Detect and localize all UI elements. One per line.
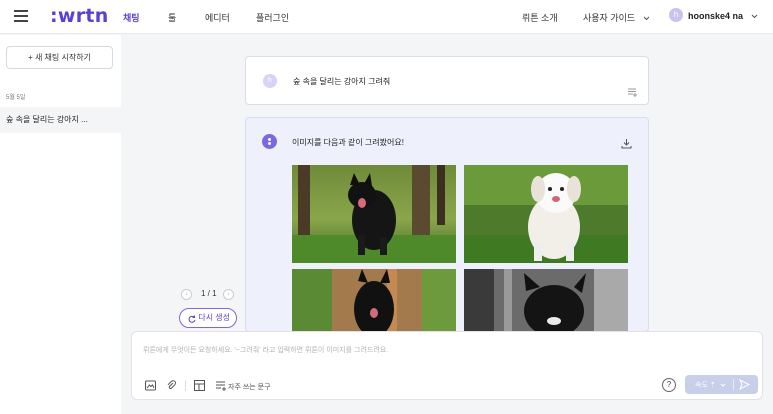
frequent-phrases-icon[interactable] [216, 380, 227, 391]
pager-prev-button[interactable]: ‹ [181, 289, 192, 300]
hamburger-menu-icon[interactable] [14, 10, 28, 22]
send-icon[interactable] [739, 379, 750, 390]
speed-mode-label: 속도 ⇡ [695, 382, 716, 389]
pager-next-button[interactable]: › [223, 289, 234, 300]
image-pager: ‹ 1 / 1 › [181, 288, 235, 300]
generated-image-1[interactable] [292, 165, 456, 263]
user-guide-link[interactable]: 사용자 가이드 [583, 11, 650, 24]
chevron-down-icon [720, 383, 726, 387]
refresh-icon [188, 315, 196, 323]
speed-mode-selector[interactable]: 속도 ⇡ [695, 380, 726, 390]
user-message-text: 숲 속을 달리는 강아지 그려줘 [293, 77, 391, 86]
help-icon[interactable]: ? [662, 378, 676, 392]
wrtn-bot-icon [262, 134, 277, 149]
download-icon[interactable] [621, 138, 632, 149]
about-wrtn-link[interactable]: 뤼튼 소개 [522, 11, 558, 24]
nav-tab-tools[interactable]: 툴 [168, 11, 176, 24]
sidebar-item-chat[interactable]: 숲 속을 달리는 강아지 ... [0, 107, 121, 133]
nav-tab-plugins[interactable]: 플러그인 [256, 11, 289, 24]
bot-message-text: 이미지를 다음과 같이 그려봤어요! [292, 138, 404, 147]
history-date-label: 5월 5일 [6, 95, 26, 101]
top-navigation-bar: :wrtn 채팅 툴 에디터 플러그인 뤼튼 소개 사용자 가이드 h hoon… [0, 0, 773, 34]
send-controls: 속도 ⇡ [685, 375, 758, 394]
template-icon[interactable] [194, 380, 205, 391]
message-input-box[interactable]: 뤼튼에게 무엇이든 요청하세요. '~그려줘' 라고 입력하면 뤼튼이 이미지를… [131, 331, 763, 400]
attach-file-icon[interactable] [166, 380, 177, 391]
user-name: hoonske4 na [688, 11, 744, 21]
toolbar-divider [185, 380, 186, 391]
send-divider [733, 379, 734, 390]
user-guide-label: 사용자 가이드 [583, 13, 636, 23]
frequent-phrases-label[interactable]: 자주 쓰는 문구 [228, 382, 271, 392]
nav-tab-editor[interactable]: 에디터 [205, 11, 230, 24]
wrtn-logo[interactable]: :wrtn [50, 5, 109, 27]
regenerate-label: 다시 생성 [198, 313, 230, 322]
regenerate-button[interactable]: 다시 생성 [179, 308, 237, 328]
user-avatar[interactable]: h [669, 8, 683, 22]
generated-image-4[interactable] [464, 269, 628, 331]
nav-tab-chat[interactable]: 채팅 [123, 11, 140, 24]
add-to-phrases-icon[interactable] [628, 88, 638, 97]
generated-image-3[interactable] [292, 269, 456, 331]
chevron-down-icon [751, 14, 757, 19]
user-message-avatar: h [263, 74, 277, 88]
user-menu[interactable]: hoonske4 na [688, 11, 758, 21]
message-input-placeholder[interactable]: 뤼튼에게 무엇이든 요청하세요. '~그려줘' 라고 입력하면 뤼튼이 이미지를… [143, 345, 388, 355]
generated-image-2[interactable] [464, 165, 628, 263]
new-chat-button[interactable]: + 새 채팅 시작하기 [6, 46, 113, 69]
user-message-card: h 숲 속을 달리는 강아지 그려줘 [245, 56, 649, 105]
bot-response-card: 이미지를 다음과 같이 그려봤어요! [245, 117, 649, 332]
pager-count: 1 / 1 [201, 289, 217, 298]
chevron-down-icon [643, 16, 650, 21]
chat-history-sidebar: + 새 채팅 시작하기 5월 5일 숲 속을 달리는 강아지 ... [0, 35, 121, 414]
image-upload-icon[interactable] [145, 380, 156, 391]
